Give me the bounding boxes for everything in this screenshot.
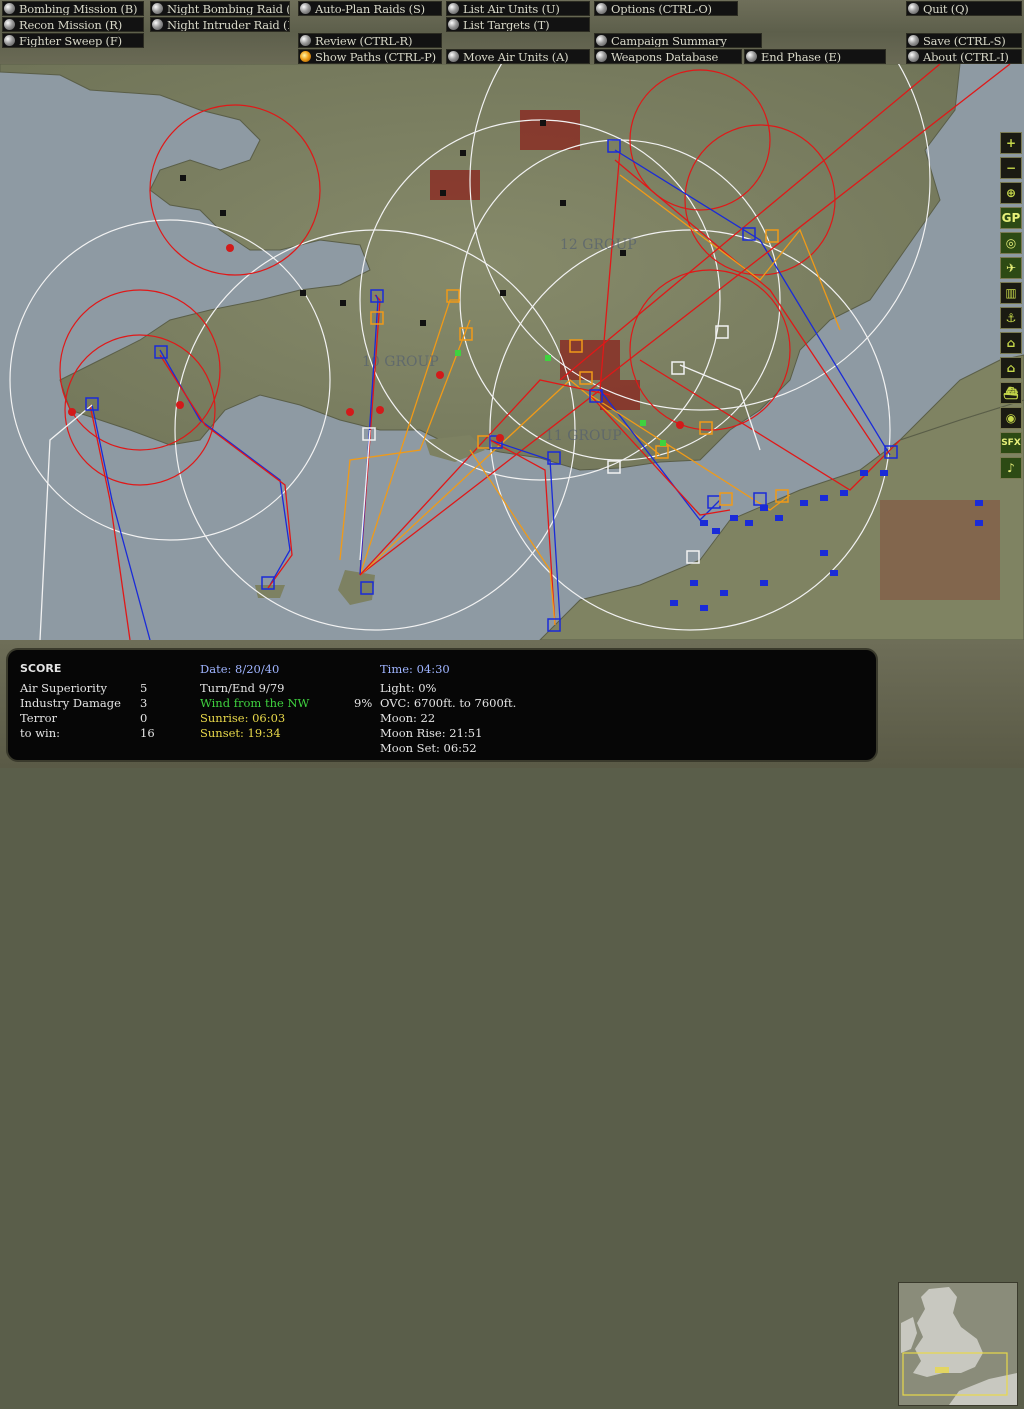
button-knob-icon — [448, 51, 459, 62]
save-button[interactable]: Save (CTRL-S) — [906, 33, 1022, 48]
anchor-icon: ⚓ — [1005, 311, 1017, 325]
review-button[interactable]: Review (CTRL-R) — [298, 33, 442, 48]
factory-icon: ▥ — [1005, 286, 1017, 300]
music-icon: ♪ — [1007, 461, 1015, 475]
button-knob-icon — [152, 3, 163, 14]
music-toggle-button[interactable]: ♪ — [1000, 457, 1022, 479]
sfx-icon: SFX — [1001, 438, 1021, 448]
button-knob-icon — [4, 35, 15, 46]
night-bombing-raid-button[interactable]: Night Bombing Raid (N) — [150, 1, 290, 16]
button-knob-icon — [152, 19, 163, 30]
fighter-sweep-button[interactable]: Fighter Sweep (F) — [2, 33, 144, 48]
options-button[interactable]: Options (CTRL-O) — [594, 1, 738, 16]
button-knob-icon — [300, 3, 311, 14]
group-label-11: 11 GROUP — [545, 428, 622, 444]
recon-mission-button[interactable]: Recon Mission (R) — [2, 17, 144, 32]
time-label: Time: 04:30 — [380, 662, 450, 676]
button-knob-icon — [448, 19, 459, 30]
airfield-icon: ⌂ — [1006, 336, 1016, 350]
gp-filter-button[interactable]: GP — [1000, 207, 1022, 229]
show-paths-button[interactable]: Show Paths (CTRL-P) — [298, 49, 442, 64]
ship-filter-button[interactable]: ⛴ — [1000, 382, 1022, 404]
aircraft-filter-button[interactable]: ✈ — [1000, 257, 1022, 279]
button-knob-icon — [908, 51, 919, 62]
radar-icon: ◉ — [1005, 411, 1017, 425]
button-knob-icon — [448, 3, 459, 14]
zoom-out-button[interactable]: − — [1000, 157, 1022, 179]
port-filter-button[interactable]: ⚓ — [1000, 307, 1022, 329]
status-panel: SCORE Air Superiority 5 Industry Damage … — [0, 640, 1024, 1406]
night-intruder-raid-button[interactable]: Night Intruder Raid (I) — [150, 17, 290, 32]
weapons-database-button[interactable]: Weapons Database — [594, 49, 742, 64]
score-value-industry-damage: 3 — [140, 696, 148, 710]
radar-filter-button[interactable]: ◉ — [1000, 407, 1022, 429]
list-air-units-button[interactable]: List Air Units (U) — [446, 1, 590, 16]
button-knob-icon — [596, 3, 607, 14]
button-knob-icon — [746, 51, 757, 62]
moon-label: Moon: 22 — [380, 711, 436, 725]
button-knob-icon — [596, 35, 607, 46]
city-filter-button[interactable]: ⌂ — [1000, 357, 1022, 379]
target-icon: ◎ — [1005, 236, 1017, 250]
button-knob-icon — [596, 51, 607, 62]
minimap-hotspot — [935, 1367, 949, 1373]
menu-bar: Bombing Mission (B) Recon Mission (R) Fi… — [0, 0, 1024, 64]
map-toolbar: + − ⊕ GP ◎ ✈ ▥ ⚓ ⌂ ⌂ ⛴ ◉ SFX ♪ — [1000, 132, 1022, 482]
gp-icon: GP — [1001, 211, 1021, 225]
zoom-out-icon: − — [1005, 161, 1017, 175]
score-label-air-superiority: Air Superiority — [20, 681, 107, 695]
campaign-map[interactable]: 12 GROUP 10 GROUP 11 GROUP + − ⊕ GP ◎ ✈ … — [0, 0, 1024, 641]
bombing-mission-button[interactable]: Bombing Mission (B) — [2, 1, 144, 16]
button-knob-icon — [908, 35, 919, 46]
auto-plan-raids-button[interactable]: Auto-Plan Raids (S) — [298, 1, 442, 16]
overcast-label: OVC: 6700ft. to 7600ft. — [380, 696, 517, 710]
zoom-in-icon: + — [1005, 136, 1017, 150]
score-label-to-win: to win: — [20, 726, 61, 740]
button-knob-active-icon — [300, 51, 311, 62]
group-label-10: 10 GROUP — [362, 354, 439, 370]
sunrise-label: Sunrise: 06:03 — [200, 711, 286, 725]
score-value-terror: 0 — [140, 711, 148, 725]
score-label-industry-damage: Industry Damage — [20, 696, 121, 710]
center-map-button[interactable]: ⊕ — [1000, 182, 1022, 204]
wind-label: Wind from the NW — [200, 696, 310, 710]
crosshair-icon: ⊕ — [1005, 186, 1017, 200]
moon-set-label: Moon Set: 06:52 — [380, 741, 477, 755]
map-canvas[interactable]: 12 GROUP 10 GROUP 11 GROUP — [0, 0, 1024, 641]
light-label: Light: 0% — [380, 681, 437, 695]
button-knob-icon — [4, 3, 15, 14]
info-box: SCORE Air Superiority 5 Industry Damage … — [6, 648, 878, 762]
quit-button[interactable]: Quit (Q) — [906, 1, 1022, 16]
about-button[interactable]: About (CTRL-I) — [906, 49, 1022, 64]
moon-rise-label: Moon Rise: 21:51 — [380, 726, 483, 740]
button-knob-icon — [908, 3, 919, 14]
date-label: Date: 8/20/40 — [200, 662, 280, 676]
minimap[interactable] — [898, 1282, 1018, 1406]
zoom-in-button[interactable]: + — [1000, 132, 1022, 154]
channel-islands — [255, 585, 285, 598]
target-filter-button[interactable]: ◎ — [1000, 232, 1022, 254]
ship-icon: ⛴ — [1003, 386, 1019, 400]
aircraft-icon: ✈ — [1005, 261, 1017, 275]
campaign-summary-button[interactable]: Campaign Summary — [594, 33, 762, 48]
minimap-canvas[interactable] — [899, 1283, 1017, 1405]
button-knob-icon — [4, 19, 15, 30]
button-knob-icon — [300, 35, 311, 46]
end-phase-button[interactable]: End Phase (E) — [744, 49, 886, 64]
airfield-filter-button[interactable]: ⌂ — [1000, 332, 1022, 354]
factory-filter-button[interactable]: ▥ — [1000, 282, 1022, 304]
score-value-to-win: 16 — [140, 726, 155, 740]
score-value-air-superiority: 5 — [140, 681, 148, 695]
sfx-toggle-button[interactable]: SFX — [1000, 432, 1022, 454]
turn-label: Turn/End 9/79 — [200, 681, 285, 695]
building-icon: ⌂ — [1006, 361, 1016, 375]
group-label-12: 12 GROUP — [560, 237, 637, 253]
cloud-cover-pct: 9% — [354, 696, 373, 710]
sunset-label: Sunset: 19:34 — [200, 726, 281, 740]
score-label-terror: Terror — [20, 711, 57, 725]
move-air-units-button[interactable]: Move Air Units (A) — [446, 49, 590, 64]
list-targets-button[interactable]: List Targets (T) — [446, 17, 590, 32]
score-title: SCORE — [20, 662, 62, 675]
